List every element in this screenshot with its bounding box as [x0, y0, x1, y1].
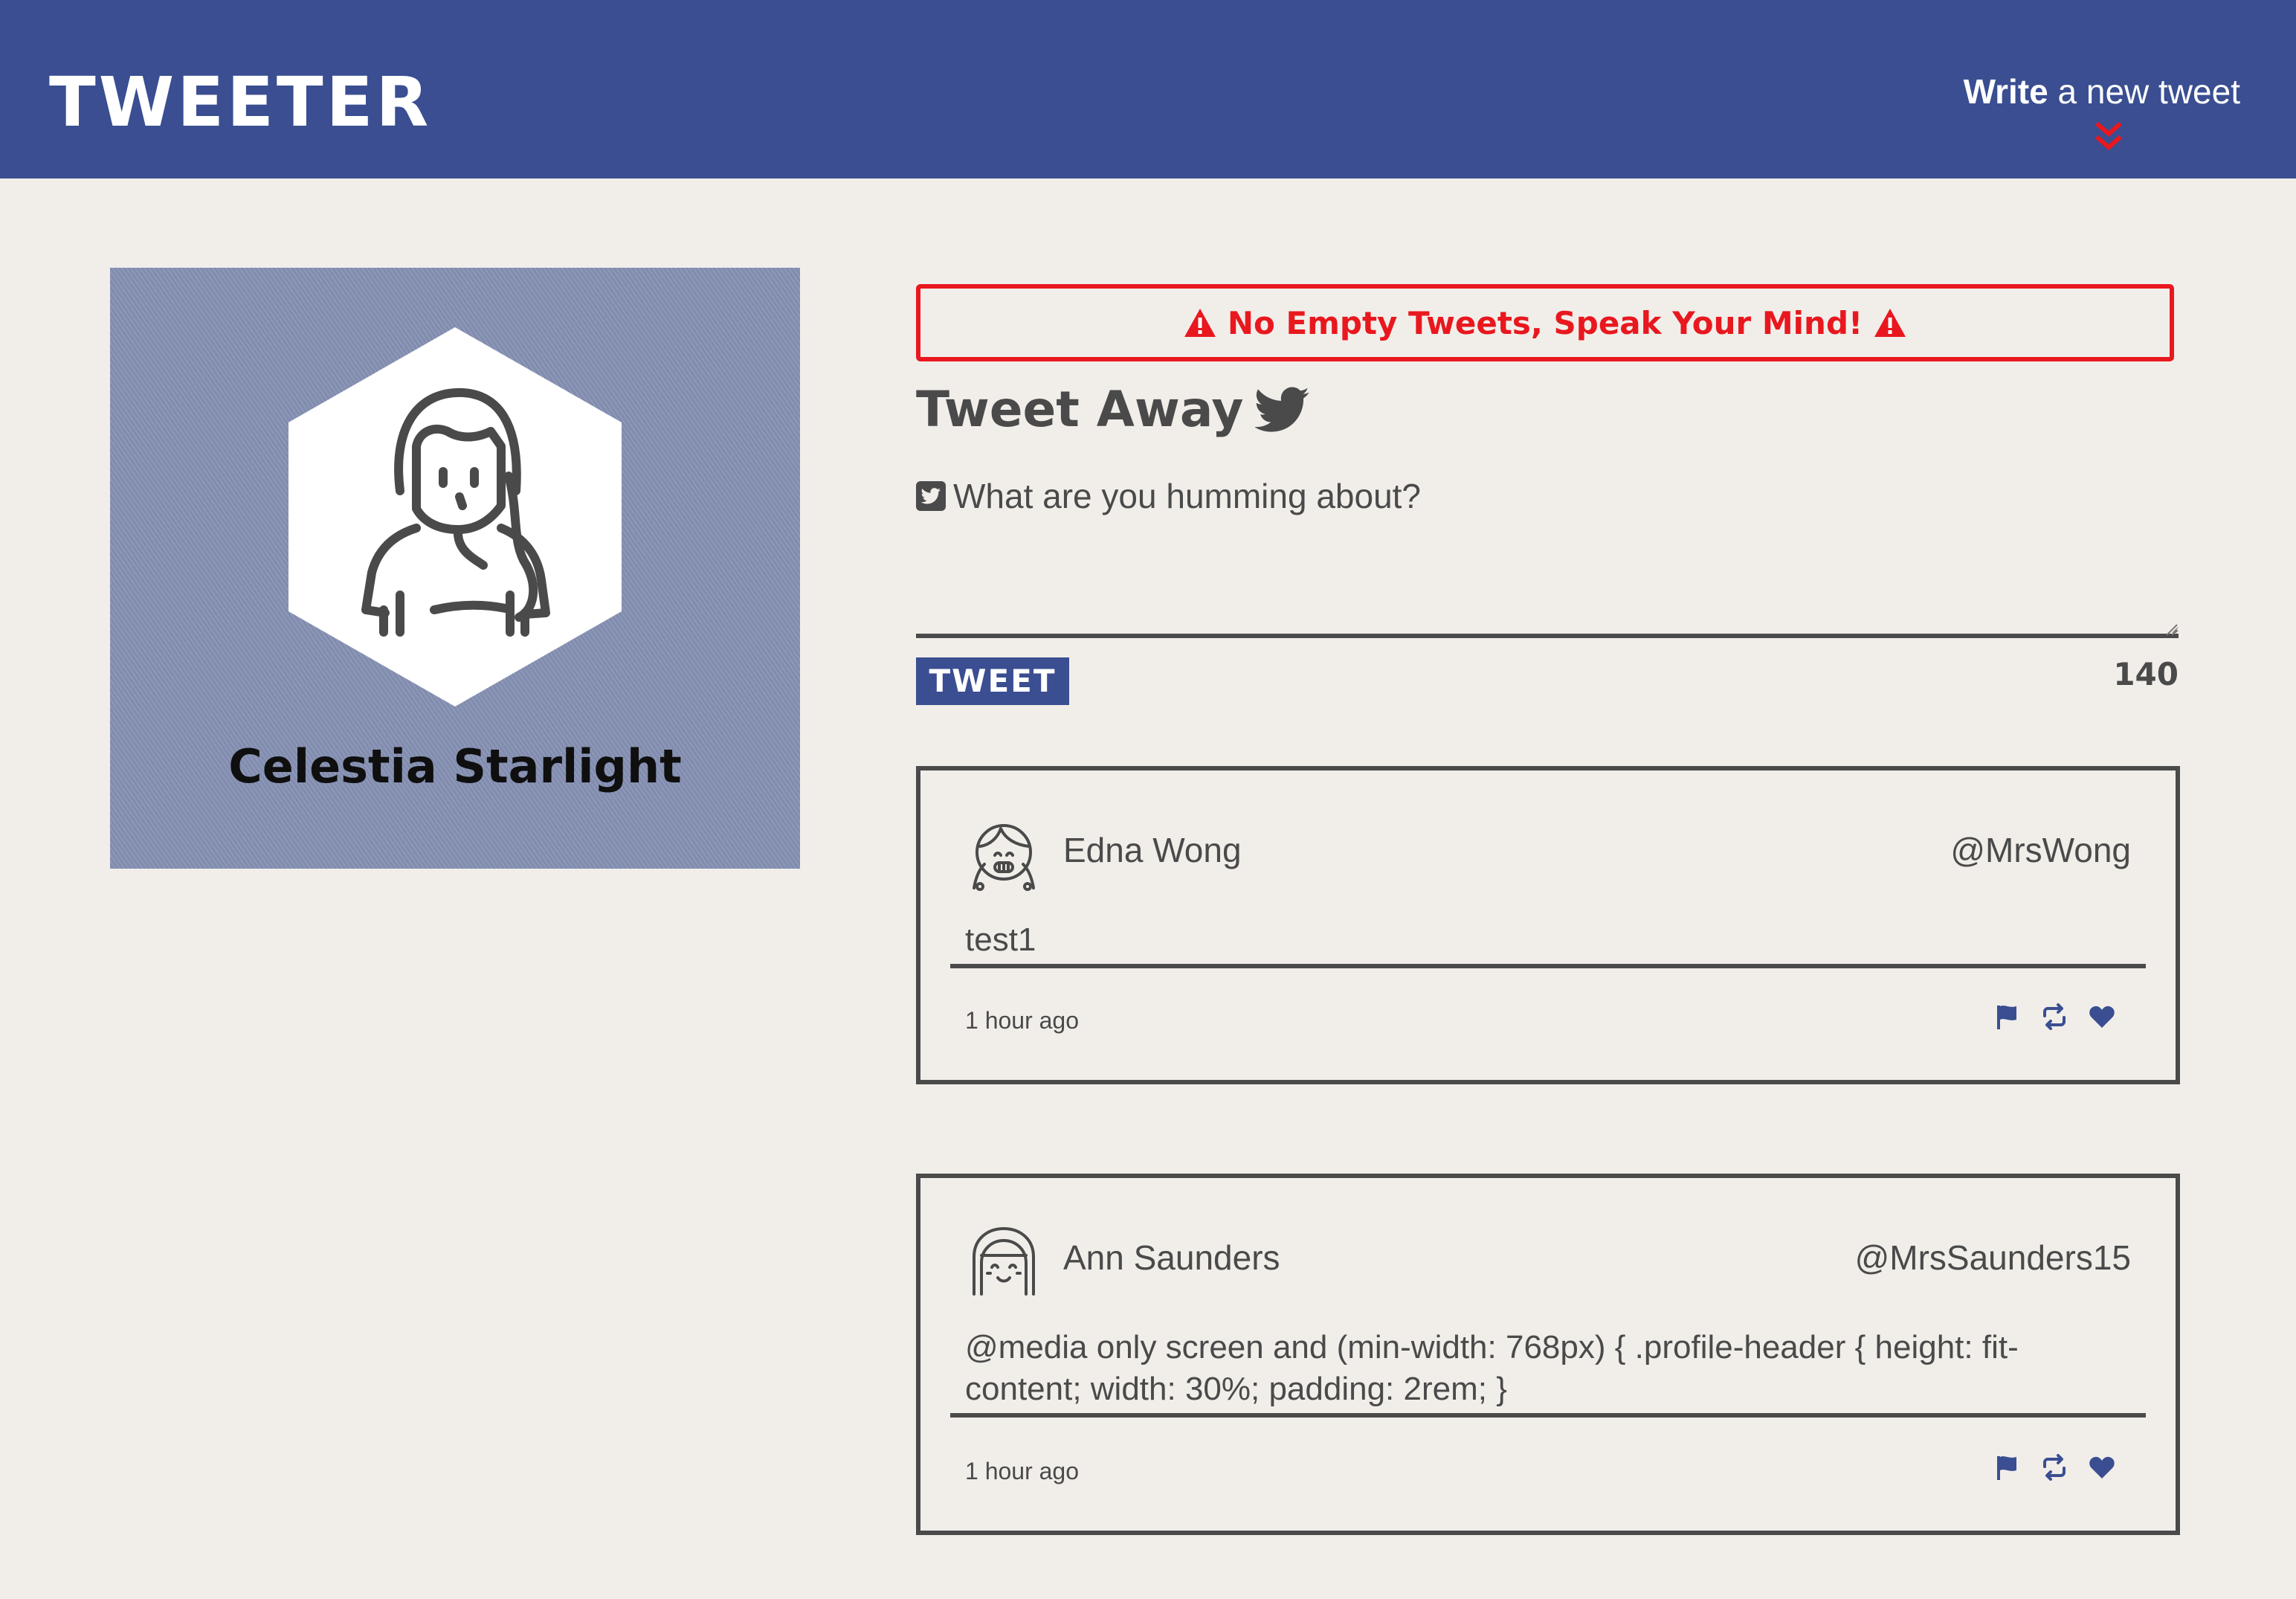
- tweet-submit-button[interactable]: TWEET: [916, 657, 1069, 705]
- top-nav: TWEETER Write a new tweet: [0, 0, 2296, 178]
- tweet-author-name: Ann Saunders: [1063, 1238, 1280, 1277]
- tweet-timestamp: 1 hour ago: [965, 1007, 1080, 1034]
- character-counter: 140: [2113, 656, 2179, 692]
- tweet-author-handle: @MrsWong: [1950, 831, 2131, 869]
- flag-icon[interactable]: [1993, 1453, 2021, 1481]
- tweet-content: @media only screen and (min-width: 768px…: [950, 1327, 2146, 1418]
- write-link-strong: Write: [1963, 72, 2048, 111]
- bob-hair-avatar-icon: [973, 1227, 1035, 1296]
- tweet-actions: [1993, 1453, 2116, 1481]
- flag-icon[interactable]: [1993, 1003, 2021, 1031]
- profile-name: Celestia Starlight: [228, 739, 682, 794]
- tweet-actions: [1993, 1003, 2116, 1031]
- resize-handle-icon[interactable]: [2164, 622, 2179, 637]
- retweet-icon[interactable]: [2040, 1453, 2068, 1481]
- write-link-rest: a new tweet: [2048, 72, 2241, 111]
- tweet-card: Ann Saunders @MrsSaunders15 @media only …: [916, 1174, 2180, 1535]
- twitter-bird-icon: [1255, 387, 1310, 432]
- heart-icon[interactable]: [2088, 1453, 2116, 1481]
- double-chevron-down-icon[interactable]: [2091, 119, 2126, 155]
- tweet-author-handle: @MrsSaunders15: [1854, 1238, 2131, 1277]
- tweet-card: Edna Wong @MrsWong test1 1 hour ago: [916, 766, 2180, 1084]
- compose-title: Tweet Away: [916, 385, 1310, 434]
- warning-icon: [1874, 309, 1906, 337]
- write-new-tweet-link[interactable]: Write a new tweet: [1964, 74, 2240, 109]
- tweet-timestamp: 1 hour ago: [965, 1458, 1080, 1484]
- error-text: No Empty Tweets, Speak Your Mind!: [1227, 304, 1863, 341]
- compose-label-text: What are you humming about?: [953, 477, 1422, 515]
- tweet-textarea[interactable]: [916, 521, 2179, 638]
- compose-title-text: Tweet Away: [916, 381, 1244, 438]
- warning-icon: [1184, 309, 1216, 337]
- error-message: No Empty Tweets, Speak Your Mind!: [916, 284, 2174, 361]
- heart-icon[interactable]: [2088, 1003, 2116, 1031]
- compose-label: What are you humming about?: [916, 479, 1421, 513]
- profile-card: Celestia Starlight: [110, 268, 800, 869]
- twitter-square-icon: [916, 481, 946, 511]
- retweet-icon[interactable]: [2040, 1003, 2068, 1031]
- tweet-content: test1: [950, 919, 2146, 968]
- woman-avatar-icon: [288, 327, 622, 707]
- app-logo[interactable]: TWEETER: [49, 68, 431, 137]
- tweet-author-name: Edna Wong: [1063, 831, 1242, 869]
- girl-avatar-icon: [973, 824, 1035, 891]
